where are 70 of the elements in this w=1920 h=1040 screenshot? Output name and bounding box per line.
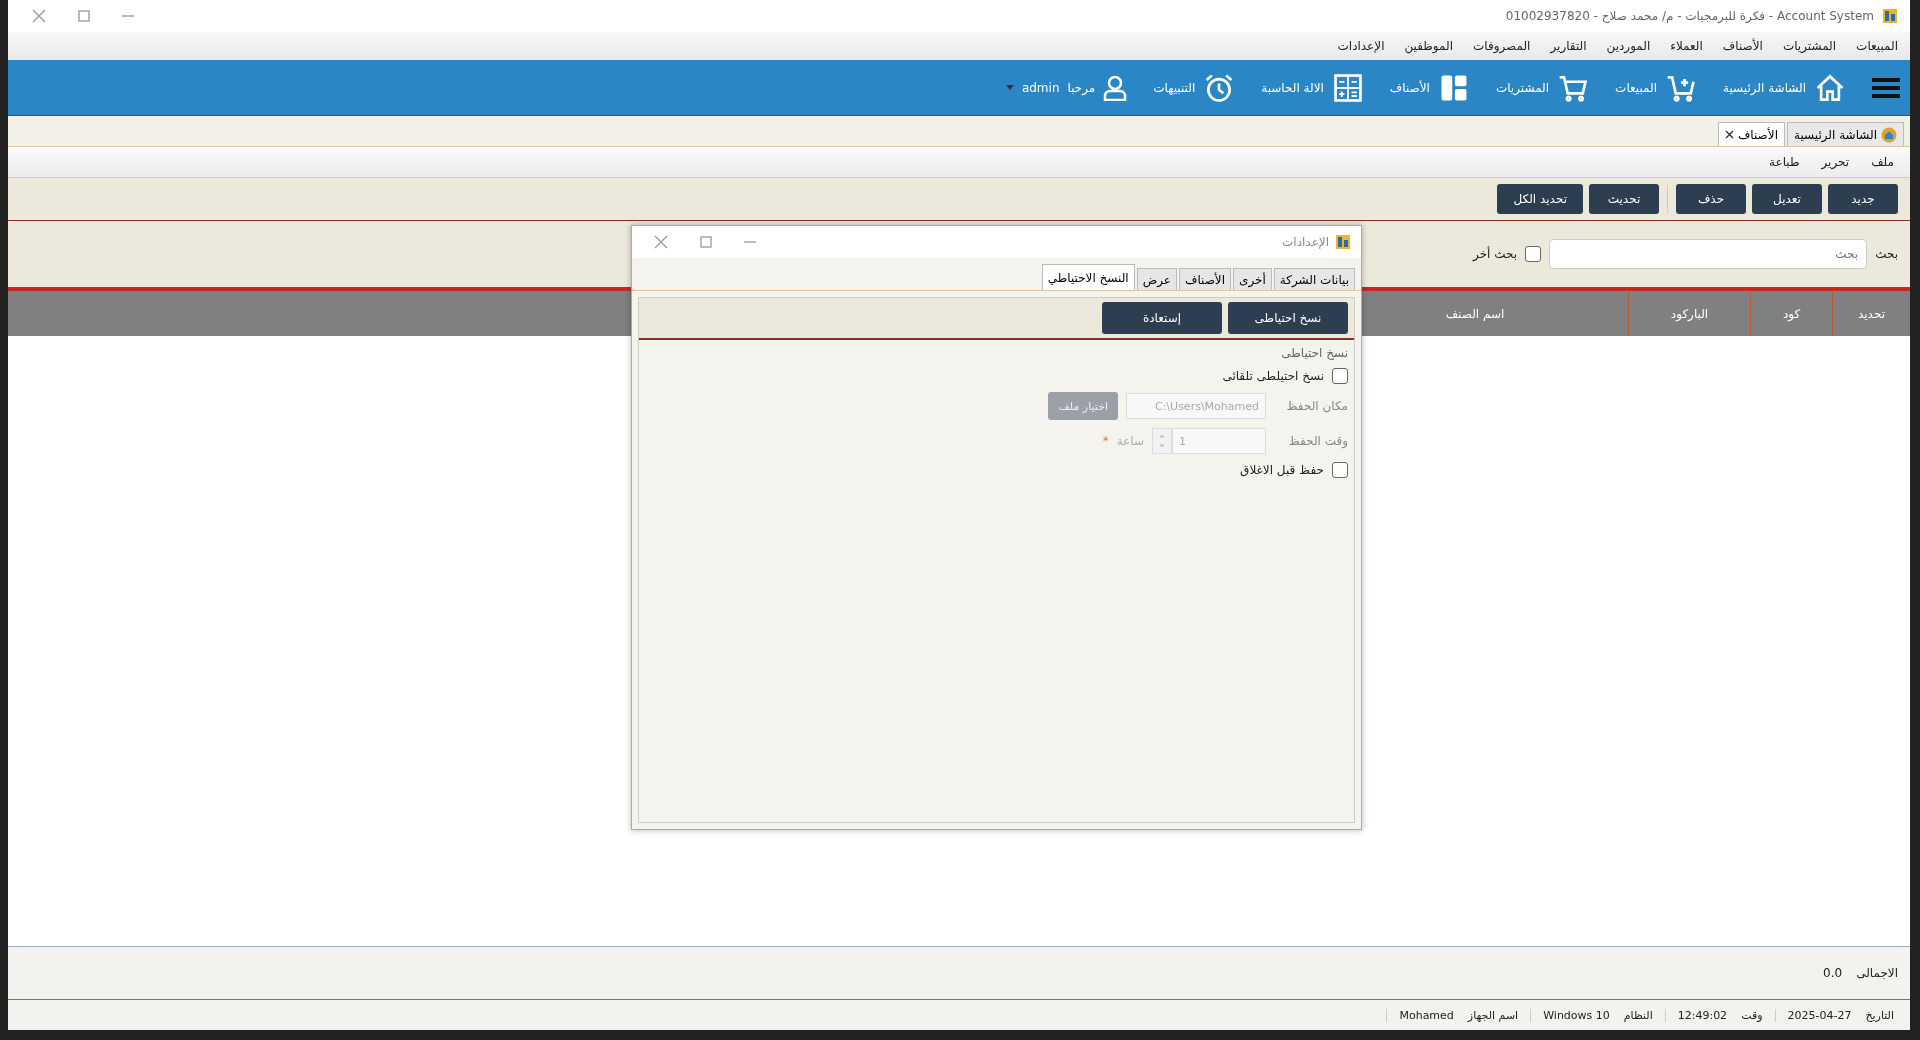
required-mark: * bbox=[1102, 434, 1109, 448]
action-button[interactable]: تحديد الكل bbox=[1497, 184, 1583, 214]
menu-item[interactable]: المشتريات bbox=[1782, 39, 1837, 53]
action-button[interactable]: تعديل bbox=[1752, 184, 1822, 214]
user-name[interactable]: admin bbox=[1021, 80, 1060, 95]
checkbox[interactable] bbox=[1332, 462, 1348, 478]
menu-item[interactable]: الأصناف bbox=[1722, 39, 1763, 53]
status-label: اسم الجهاز bbox=[1467, 1008, 1519, 1022]
checkbox[interactable] bbox=[1332, 368, 1348, 384]
status-label: التاريخ bbox=[1865, 1008, 1894, 1022]
settings-tab[interactable]: أخرى bbox=[1233, 268, 1272, 290]
action-button[interactable]: جديد bbox=[1828, 184, 1898, 214]
search-field[interactable]: بحث bbox=[1549, 239, 1868, 269]
home-icon bbox=[1881, 126, 1897, 143]
caret-icon[interactable] bbox=[1005, 85, 1014, 90]
action-button[interactable]: حذف bbox=[1676, 184, 1746, 214]
document-tab[interactable]: الشاشة الرئيسية bbox=[1787, 122, 1904, 146]
field-label: مكان الحفظ bbox=[1285, 399, 1348, 413]
status-value: 12:49:02 bbox=[1677, 1008, 1728, 1022]
status-value: Windows 10 bbox=[1543, 1008, 1610, 1022]
menu-item[interactable]: الإعدادات bbox=[1337, 39, 1385, 53]
checkbox[interactable] bbox=[1525, 246, 1542, 262]
dialog-button[interactable]: نسخ احتياطى bbox=[1228, 302, 1348, 334]
toolbar-button[interactable]: المبيعات bbox=[1615, 71, 1697, 104]
document-tab[interactable]: الأصناف bbox=[1717, 122, 1785, 146]
section-title: نسخ احتياطى bbox=[1280, 346, 1348, 360]
status-label: وقت bbox=[1741, 1008, 1763, 1022]
menu-item[interactable]: المبيعات bbox=[1856, 39, 1898, 53]
settings-tab[interactable]: النسخ الاحتياطي bbox=[1041, 264, 1135, 290]
toolbar-button[interactable]: الالة الحاسبة bbox=[1261, 71, 1364, 104]
calculator-icon bbox=[1331, 71, 1364, 104]
spinner-arrows-icon[interactable] bbox=[1152, 428, 1172, 454]
dialog-title: الإعدادات bbox=[1282, 235, 1329, 249]
app-logo-icon bbox=[1882, 8, 1898, 24]
checkbox-label: بحث أخر bbox=[1473, 247, 1518, 261]
menu-item[interactable]: تحرير bbox=[1821, 155, 1850, 169]
action-button[interactable]: تحديث bbox=[1589, 184, 1659, 214]
field-label: وقت الحفظ bbox=[1287, 434, 1348, 448]
maximize-icon[interactable] bbox=[700, 236, 712, 248]
menu-item[interactable]: طباعة bbox=[1769, 155, 1800, 169]
close-icon[interactable] bbox=[1724, 130, 1734, 139]
total-value: 0.0 bbox=[1823, 966, 1843, 980]
menu-item[interactable]: المصروفات bbox=[1473, 39, 1531, 53]
menu-item[interactable]: العملاء bbox=[1670, 39, 1703, 53]
toolbar-button[interactable]: المشتريات bbox=[1495, 71, 1590, 104]
dialog-button[interactable]: إستعادة bbox=[1102, 302, 1222, 334]
checkbox-label: حفظ قبل الاغلاق bbox=[1240, 463, 1324, 477]
status-value: 2025-04-27 bbox=[1787, 1008, 1852, 1022]
checkbox-label: نسخ احتيلطى تلقائى bbox=[1222, 369, 1324, 383]
settings-tab[interactable]: عرض bbox=[1136, 268, 1177, 290]
settings-tab[interactable]: الأصناف bbox=[1178, 268, 1232, 290]
status-label: النظام bbox=[1623, 1008, 1653, 1022]
status-value: Mohamed bbox=[1399, 1008, 1454, 1022]
menu-item[interactable]: ملف bbox=[1871, 155, 1894, 169]
user-icon bbox=[1103, 74, 1128, 101]
menu-item[interactable]: الموردين bbox=[1606, 39, 1651, 53]
maximize-icon[interactable] bbox=[78, 10, 90, 22]
user-greeting: مرحبا bbox=[1067, 80, 1096, 95]
app-logo-icon bbox=[1335, 234, 1351, 250]
toolbar-button[interactable]: التنبيهات bbox=[1153, 71, 1236, 104]
window-title: Account System - فكرة للبرمجيات - م/ محمد صلاح - 01002937820 bbox=[1505, 9, 1874, 23]
toolbar-button[interactable]: الأصناف bbox=[1389, 71, 1470, 104]
total-label: الاجمالى bbox=[1856, 966, 1898, 980]
menu-icon[interactable] bbox=[1872, 76, 1900, 99]
toolbar-button[interactable]: الشاشة الرئيسية bbox=[1723, 71, 1846, 104]
settings-tab[interactable]: بيانات الشركة bbox=[1273, 268, 1355, 290]
unit-label: ساعة bbox=[1116, 434, 1144, 448]
search-label: بحث bbox=[1875, 247, 1898, 261]
menu-item[interactable]: الموظفين bbox=[1404, 39, 1453, 53]
menu-item[interactable]: التقارير bbox=[1550, 39, 1587, 53]
